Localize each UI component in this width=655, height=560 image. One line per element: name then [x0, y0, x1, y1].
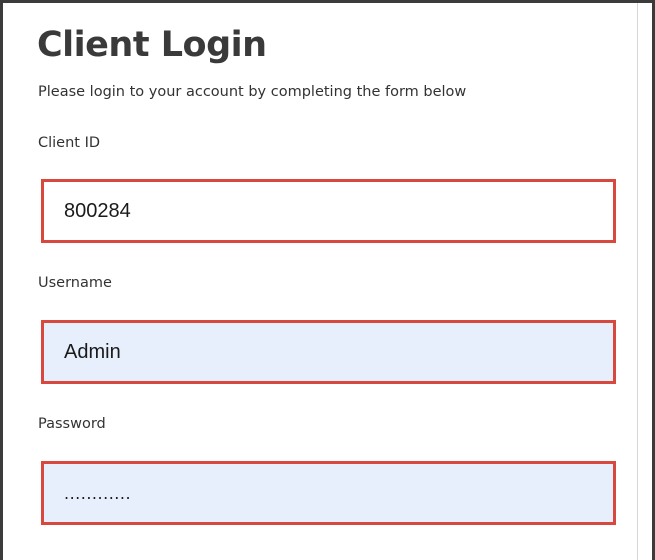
username-input[interactable] — [41, 320, 616, 384]
page-title: Client Login — [37, 25, 267, 65]
client-id-label: Client ID — [38, 135, 101, 151]
page-subtitle: Please login to your account by completi… — [38, 84, 467, 100]
password-label: Password — [38, 416, 106, 432]
client-id-input[interactable] — [41, 179, 616, 243]
username-label: Username — [38, 275, 112, 291]
login-panel: Client Login Please login to your accoun… — [0, 0, 655, 560]
panel-divider — [637, 3, 638, 560]
password-input[interactable] — [41, 461, 616, 525]
